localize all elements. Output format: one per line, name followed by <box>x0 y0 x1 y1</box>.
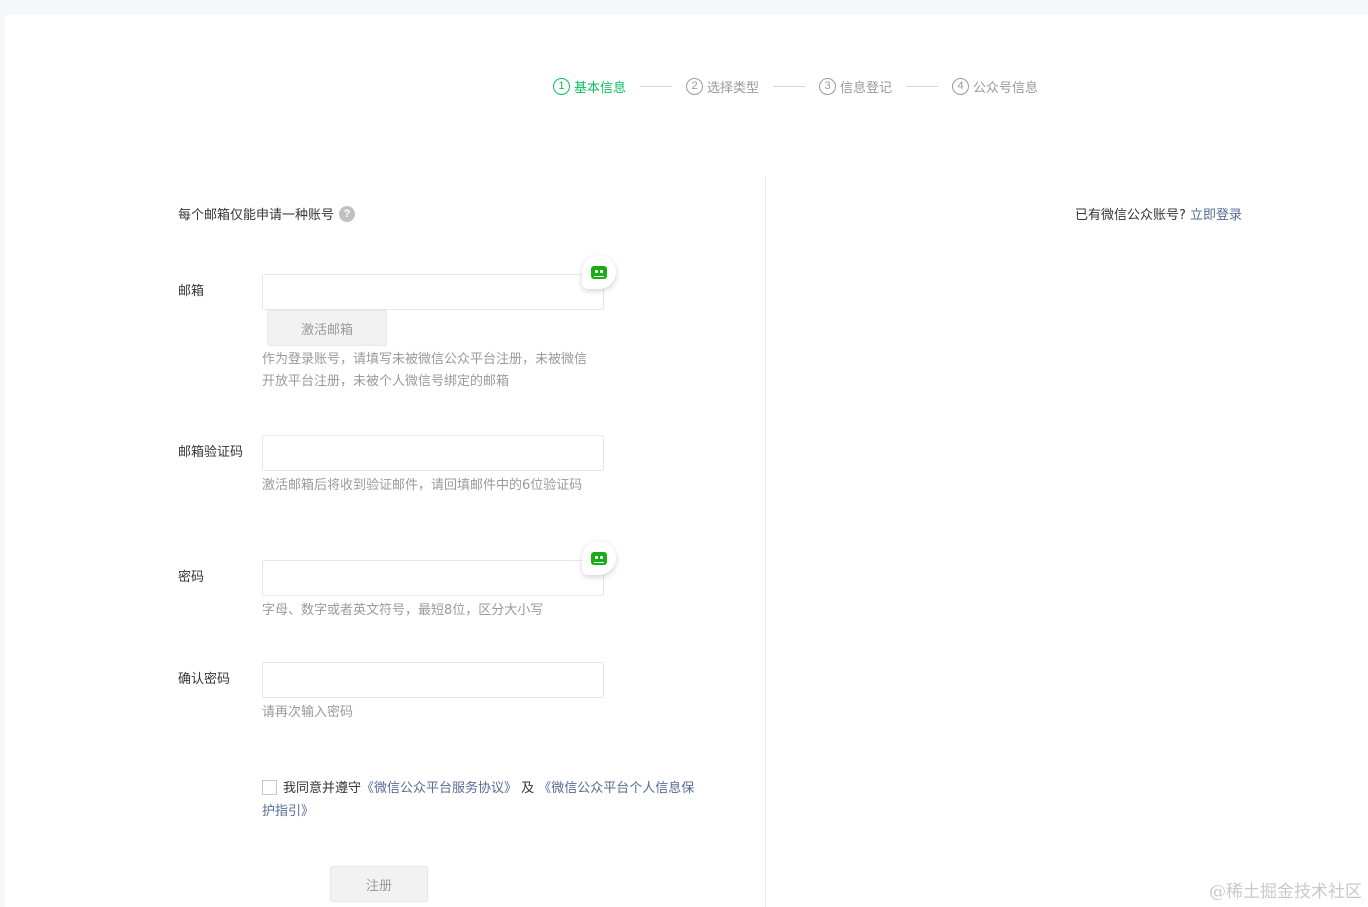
step-4-number: 4 <box>952 77 970 95</box>
step-3-number: 3 <box>819 77 837 95</box>
login-hint: 已有微信公众账号? 立即登录 <box>1075 204 1242 223</box>
email-notice-text: 每个邮箱仅能申请一种账号 <box>178 208 335 223</box>
confirm-password-input[interactable] <box>262 662 604 698</box>
register-button[interactable]: 注册 <box>330 866 428 902</box>
step-progress: 1 基本信息 2 选择类型 3 信息登记 4 公众号信息 <box>553 75 1038 97</box>
agree-and-text: 及 <box>517 781 539 796</box>
step-connector <box>640 85 673 87</box>
step-connector <box>773 85 806 87</box>
agree-text: 我同意并遵守 <box>283 781 362 796</box>
confirm-label: 确认密码 <box>178 672 231 687</box>
column-divider <box>765 177 766 907</box>
service-agreement-link[interactable]: 《微信公众平台服务协议》 <box>361 781 517 796</box>
activate-email-button[interactable]: 激活邮箱 <box>267 310 387 346</box>
password-input[interactable] <box>262 560 604 596</box>
watermark: @稀土掘金技术社区 <box>1209 882 1362 902</box>
step-connector <box>906 85 939 87</box>
step-2-label: 选择类型 <box>707 80 760 96</box>
password-manager-button[interactable] <box>582 541 616 575</box>
step-1-number: 1 <box>553 77 570 95</box>
robot-icon <box>591 265 607 279</box>
code-tip: 激活邮箱后将收到验证邮件，请回填邮件中的6位验证码 <box>262 478 583 493</box>
agreement: 我同意并遵守《微信公众平台服务协议》 及 《微信公众平台个人信息保护指引》 <box>262 777 702 823</box>
help-icon[interactable]: ? <box>339 205 356 222</box>
confirm-tip: 请再次输入密码 <box>262 705 354 720</box>
agree-checkbox[interactable] <box>262 780 277 795</box>
registration-card: 1 基本信息 2 选择类型 3 信息登记 4 公众号信息 每个邮箱仅能申请一种账… <box>5 15 1368 907</box>
step-3-label: 信息登记 <box>840 80 893 96</box>
password-label: 密码 <box>178 570 205 585</box>
login-hint-text: 已有微信公众账号? <box>1075 208 1186 223</box>
password-manager-button[interactable] <box>582 255 616 289</box>
password-tip: 字母、数字或者英文符号，最短8位，区分大小写 <box>262 603 544 618</box>
robot-icon <box>591 551 607 565</box>
step-2-number: 2 <box>686 77 704 95</box>
email-tip: 作为登录账号，请填写未被微信公众平台注册，未被微信开放平台注册，未被个人微信号绑… <box>262 352 588 389</box>
step-2: 2 选择类型 <box>686 77 759 96</box>
code-input[interactable] <box>262 435 604 471</box>
login-link[interactable]: 立即登录 <box>1190 208 1242 223</box>
step-1-label: 基本信息 <box>574 80 627 96</box>
step-4-label: 公众号信息 <box>973 80 1039 96</box>
step-1: 1 基本信息 <box>553 77 626 96</box>
step-3: 3 信息登记 <box>819 77 892 96</box>
code-label: 邮箱验证码 <box>178 445 244 460</box>
email-input[interactable] <box>262 274 604 310</box>
email-label: 邮箱 <box>178 284 205 299</box>
email-notice: 每个邮箱仅能申请一种账号 ? <box>178 204 356 223</box>
step-4: 4 公众号信息 <box>952 77 1038 96</box>
